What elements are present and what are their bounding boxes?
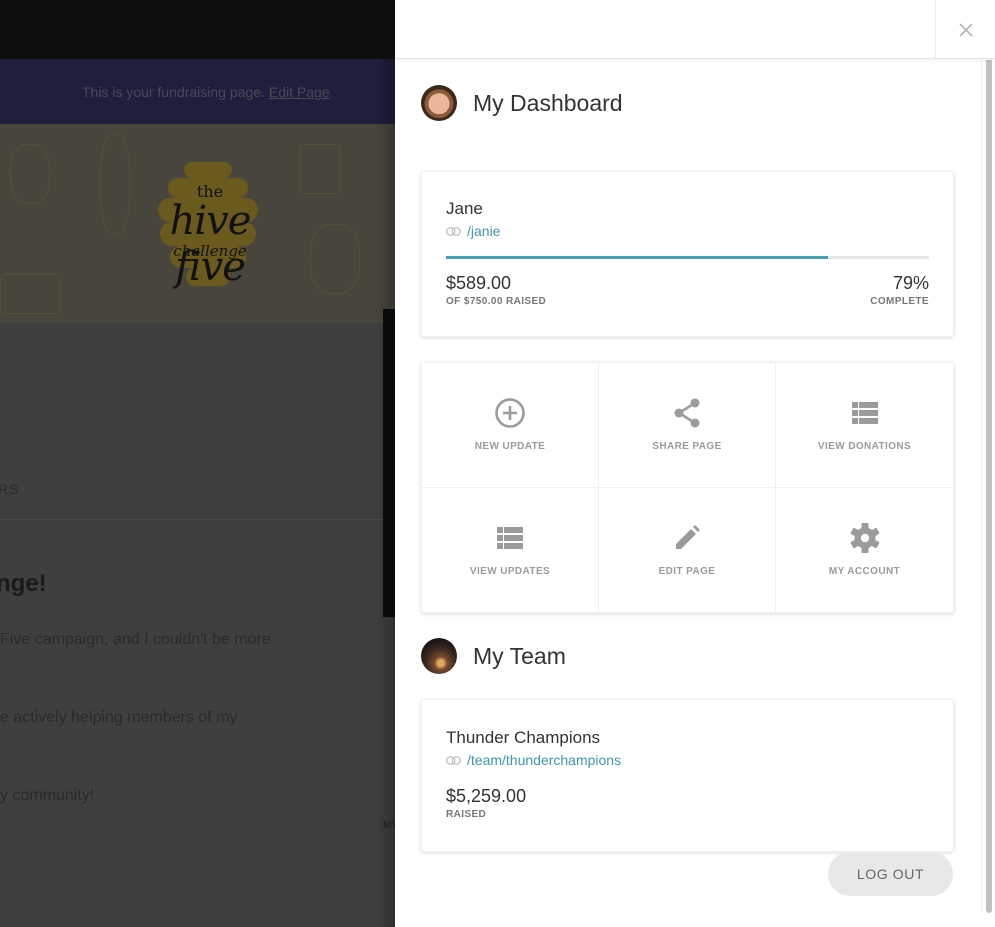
new-update-button[interactable]: NEW UPDATE xyxy=(422,363,599,488)
team-avatar xyxy=(421,638,457,674)
banner-text: This is your fundraising page. xyxy=(82,83,265,100)
fundraiser-stats: $589.00 OF $750.00 RAISED 79% COMPLETE xyxy=(446,273,929,307)
action-label: NEW UPDATE xyxy=(474,441,546,453)
fundraiser-link-row: /janie xyxy=(446,223,929,239)
share-page-button[interactable]: SHARE PAGE xyxy=(599,363,776,488)
action-label: EDIT PAGE xyxy=(658,566,716,578)
story-line: e actively helping members of my xyxy=(0,709,238,726)
tab-divider xyxy=(0,519,383,520)
doodle-box xyxy=(0,274,60,314)
action-label: VIEW DONATIONS xyxy=(817,441,912,453)
doodle-utensil xyxy=(100,134,130,234)
edit-page-link[interactable]: Edit Page xyxy=(269,84,330,100)
percent-complete: 79% xyxy=(892,273,929,293)
logo-comb xyxy=(184,162,232,178)
doodle-leaf xyxy=(10,144,50,204)
dashboard-drawer: My Dashboard Jane /janie $589.00 OF $750… xyxy=(395,0,995,927)
logo-text-sub: challenge xyxy=(173,242,247,260)
background-tab[interactable]: RS xyxy=(0,481,19,497)
dashboard-header: My Dashboard xyxy=(421,85,954,121)
close-icon xyxy=(958,22,973,37)
edit-page-button[interactable]: EDIT PAGE xyxy=(599,487,776,612)
view-donations-button[interactable]: VIEW DONATIONS xyxy=(776,363,953,488)
link-icon xyxy=(446,755,461,765)
action-label: VIEW UPDATES xyxy=(469,566,551,578)
fundraiser-name: Jane xyxy=(446,199,483,218)
doodle-jar xyxy=(300,144,340,194)
actions-grid: NEW UPDATE SHARE PAGE VIEW DONATIONS VIE… xyxy=(421,362,954,613)
goal-label: OF $750.00 RAISED xyxy=(446,296,547,307)
raised-stat: $589.00 OF $750.00 RAISED xyxy=(446,273,546,307)
action-label: MY ACCOUNT xyxy=(828,566,901,578)
list-icon xyxy=(497,527,523,550)
doodle-flower xyxy=(310,224,360,294)
drawer-header xyxy=(395,0,995,59)
list-icon xyxy=(851,402,878,425)
share-icon xyxy=(674,398,700,428)
fundraiser-page-link[interactable]: /janie xyxy=(467,223,500,239)
gear-icon xyxy=(850,523,879,554)
team-raised-label: RAISED xyxy=(446,809,487,820)
user-avatar xyxy=(421,85,457,121)
fundraising-progress-bar xyxy=(446,256,929,259)
team-raised-amount: $5,259.00 xyxy=(446,786,527,806)
scrollbar-thumb[interactable] xyxy=(986,60,992,913)
fundraiser-card: Jane /janie $589.00 OF $750.00 RAISED 79… xyxy=(421,171,954,337)
hive-five-logo: the hive five challenge xyxy=(150,154,266,294)
story-line: y community! xyxy=(0,787,95,804)
team-stats: $5,259.00 RAISED xyxy=(446,786,929,820)
progress-fill xyxy=(446,256,828,259)
link-icon xyxy=(446,226,461,236)
plus-circle-icon xyxy=(495,398,525,429)
log-out-button[interactable]: LOG OUT xyxy=(828,852,953,896)
my-account-button[interactable]: MY ACCOUNT xyxy=(776,488,953,613)
team-card: Thunder Champions /team/thunderchampions… xyxy=(421,699,954,852)
team-name: Thunder Champions xyxy=(446,728,601,747)
percent-label: COMPLETE xyxy=(870,296,929,307)
story-line: Five campaign, and I couldn't be more xyxy=(0,631,271,648)
dashboard-title: My Dashboard xyxy=(473,89,623,116)
team-header: My Team xyxy=(421,638,954,674)
drawer-shadow xyxy=(375,59,395,927)
page-heading: nge! xyxy=(0,570,47,597)
raised-amount: $589.00 xyxy=(446,273,512,293)
drawer-body: My Dashboard Jane /janie $589.00 OF $750… xyxy=(421,60,954,852)
team-link-row: /team/thunderchampions xyxy=(446,752,929,768)
action-label: SHARE PAGE xyxy=(652,441,722,453)
close-button[interactable] xyxy=(935,0,995,59)
team-title: My Team xyxy=(473,642,566,669)
team-page-link[interactable]: /team/thunderchampions xyxy=(467,752,621,768)
view-updates-button[interactable]: VIEW UPDATES xyxy=(422,487,599,612)
percent-stat: 79% COMPLETE xyxy=(870,273,929,307)
pencil-icon xyxy=(676,525,700,550)
